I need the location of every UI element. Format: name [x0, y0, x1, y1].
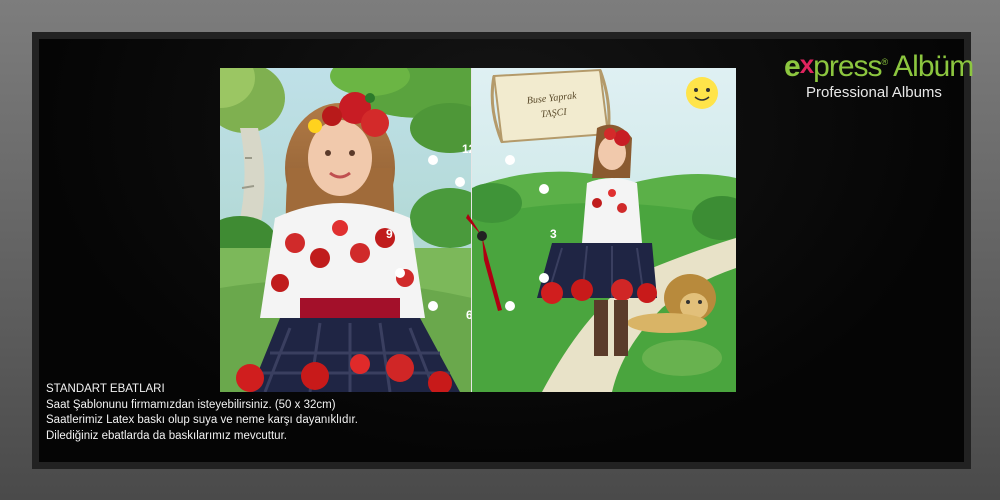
brand-logo[interactable]: express® Albüm Professional Albums [784, 44, 974, 104]
description-line-3: Dilediğiniz ebatlarda da baskılarımız me… [46, 429, 287, 442]
logo-letter-x: x [799, 49, 815, 79]
clock-center-pin [477, 231, 487, 241]
description-line-1: Saat Şablonunu firmamızdan isteyebilirsi… [46, 398, 336, 411]
logo-tagline: Professional Albums [806, 84, 942, 101]
logo-letter-e: e [784, 50, 801, 83]
logo-registered-mark: ® [881, 57, 889, 67]
description-line-2: Saatlerimiz Latex baskı olup suya ve nem… [46, 414, 358, 426]
logo-wordmark: express® Albüm [784, 49, 974, 84]
clock-product-image: 9 12 6 [220, 68, 736, 392]
clock-hands [466, 214, 502, 311]
description-heading: STANDART EBATLARI [46, 383, 165, 395]
logo-press: press [813, 50, 882, 83]
logo-album: Albüm [893, 50, 974, 83]
product-description: STANDART EBATLARI Saat Şablonunu firmamı… [46, 382, 358, 444]
minute-hand [482, 236, 502, 311]
